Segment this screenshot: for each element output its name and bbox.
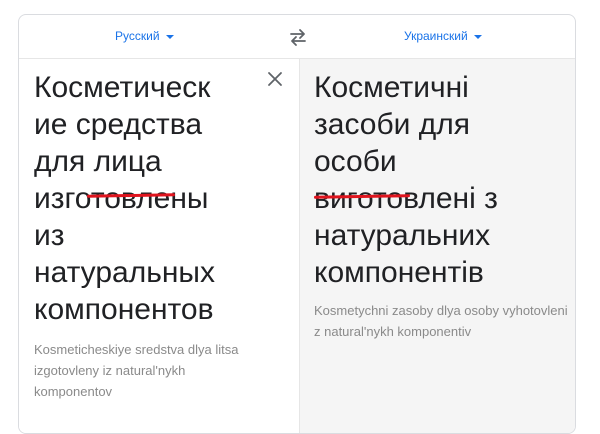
swap-arrows-icon: [290, 29, 306, 46]
source-text-pane[interactable]: Косметическ ие средства для лица изготов…: [19, 59, 299, 433]
source-line: изготовлены: [34, 182, 209, 215]
translation-text: Косметичні засоби для особи виготовлені …: [314, 69, 554, 291]
source-line: натуральных: [34, 256, 215, 289]
translation-pane: Косметичні засоби для особи виготовлені …: [299, 59, 575, 433]
swap-languages-button[interactable]: [287, 27, 309, 47]
source-line: компонентов: [34, 293, 214, 326]
caret-down-icon: [165, 35, 174, 39]
source-language-label: Русский: [115, 29, 160, 43]
translation-line: засоби для: [314, 108, 470, 141]
target-language-selector[interactable]: Украинский: [404, 29, 482, 43]
translation-transliteration: Kosmetychni zasoby dlya osoby vyhotovlen…: [314, 303, 568, 339]
target-language-label: Украинский: [404, 29, 468, 43]
translation-line: натуральних: [314, 219, 491, 252]
source-line: из: [34, 219, 65, 252]
source-language-selector[interactable]: Русский: [115, 29, 174, 43]
caret-down-icon: [473, 35, 482, 39]
translation-line: особи: [314, 145, 397, 178]
source-line: ие средства: [34, 108, 203, 141]
source-transliteration: Kosmeticheskiye sredstva dlya litsa izgo…: [34, 342, 239, 399]
source-line: Косметическ: [34, 71, 211, 104]
close-icon: [268, 72, 282, 86]
source-line: для лица: [34, 145, 162, 178]
language-bar: Русский Украинский: [19, 15, 575, 59]
translation-line: Косметичні: [314, 71, 469, 104]
translation-line: виготовлені з: [314, 182, 498, 215]
translator-card: Русский Украинский Косметическ ие средст…: [18, 14, 576, 434]
translation-line: компонентів: [314, 256, 484, 289]
clear-text-button[interactable]: [267, 71, 283, 87]
source-text[interactable]: Косметическ ие средства для лица изготов…: [34, 69, 234, 328]
